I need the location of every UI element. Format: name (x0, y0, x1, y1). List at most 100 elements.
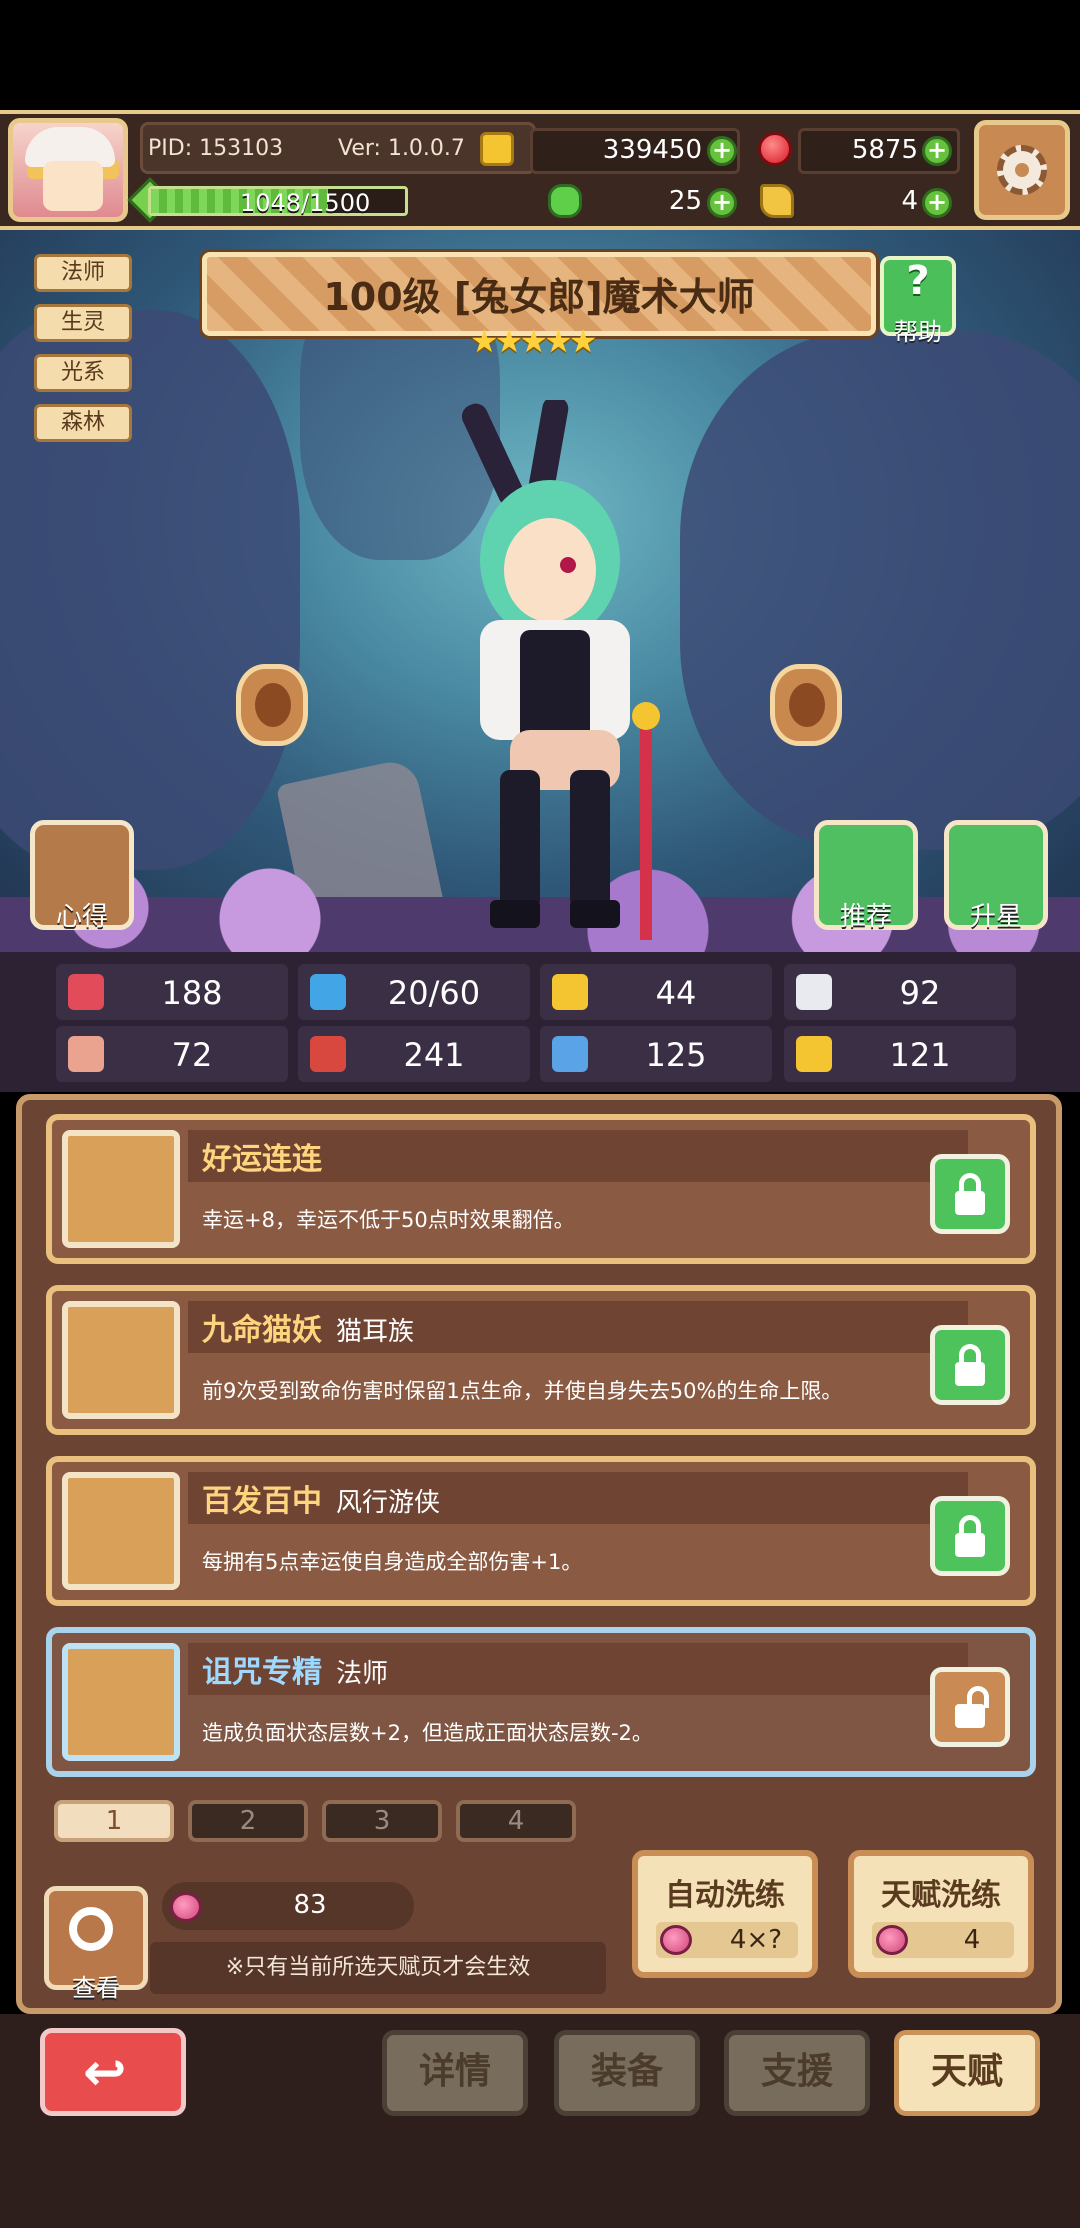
player-id: PID: 153103 (148, 136, 284, 161)
tag-race[interactable]: 生灵 (34, 304, 132, 342)
gem-amount: 5875 (851, 135, 918, 165)
stat-value: 92 (899, 974, 941, 1012)
talent-description: 前9次受到致命伤害时保留1点生命，并使自身失去50%的生命上限。 (202, 1379, 843, 1403)
talent-page-tab-2[interactable]: 2 (188, 1800, 308, 1842)
mana-drop-icon (310, 974, 346, 1010)
horseshoe-icon (796, 1036, 832, 1072)
character-title: 100级 [兔女郎]魔术大师 (323, 275, 755, 319)
talent-wash-cost-box: 4 (872, 1922, 1014, 1958)
talent-description: 造成负面状态层数+2，但造成正面状态层数-2。 (202, 1721, 653, 1745)
tag-class[interactable]: 法师 (34, 254, 132, 292)
stat-boot: 125 (540, 1026, 772, 1082)
talent-class: 法师 (336, 1659, 389, 1689)
talent-icon (62, 1130, 180, 1248)
star-rating: ★★★★★ (470, 322, 597, 360)
talent-name: 百发百中 (202, 1484, 322, 1519)
apple-icon (170, 1892, 202, 1922)
talent-card[interactable]: 好运连连幸运+8，幸运不低于50点时效果翻倍。 (46, 1114, 1036, 1264)
heart-icon (68, 974, 104, 1010)
stat-heart: 188 (56, 964, 288, 1020)
boot-icon (552, 1036, 588, 1072)
back-arrow-icon: ↩ (83, 2043, 127, 2103)
add-gold-button[interactable]: + (707, 136, 737, 166)
key-icon (760, 184, 794, 218)
tag-habitat[interactable]: 森林 (34, 404, 132, 442)
question-icon: ? (906, 258, 930, 304)
add-gem-button[interactable]: + (922, 136, 952, 166)
stat-value: 20/60 (387, 974, 481, 1012)
game-version: Ver: 1.0.0.7 (338, 136, 465, 161)
add-clover-button[interactable]: + (707, 188, 737, 218)
stat-value: 121 (889, 1036, 951, 1074)
auto-wash-label: 自动洗练 (665, 1878, 785, 1913)
auto-wash-cost: 4×? (729, 1925, 783, 1955)
talent-class: 猫耳族 (336, 1317, 415, 1347)
stat-value: 125 (645, 1036, 707, 1074)
tag-element[interactable]: 光系 (34, 354, 132, 392)
talent-card[interactable]: 九命猫妖 猫耳族前9次受到致命伤害时保留1点生命，并使自身失去50%的生命上限。 (46, 1285, 1036, 1435)
add-key-button[interactable]: + (922, 188, 952, 218)
star-up-label: 升星 (969, 902, 1022, 932)
back-button[interactable]: ↩ (40, 2028, 186, 2116)
shield-icon (552, 974, 588, 1010)
lock-icon[interactable] (930, 1496, 1010, 1576)
talent-icon (62, 1301, 180, 1419)
unlock-icon[interactable] (930, 1667, 1010, 1747)
insight-label: 心得 (55, 902, 108, 932)
equip-tab[interactable]: 装备 (554, 2030, 700, 2116)
right-rune-icon[interactable] (770, 664, 842, 746)
xp-text: 1048/1500 (240, 189, 371, 217)
lock-icon[interactable] (930, 1325, 1010, 1405)
stat-value: 44 (655, 974, 697, 1012)
talent-description: 每拥有5点幸运使自身造成全部伤害+1。 (202, 1550, 583, 1574)
detail-tab[interactable]: 详情 (382, 2030, 528, 2116)
talent-wash-cost: 4 (963, 1925, 981, 1955)
spellbook-icon (310, 1036, 346, 1072)
support-tab[interactable]: 支援 (724, 2030, 870, 2116)
talent-wash-label: 天赋洗练 (881, 1878, 1001, 1913)
stat-mana-drop: 20/60 (298, 964, 530, 1020)
gem-icon (758, 132, 792, 166)
talent-class: 风行游侠 (336, 1488, 441, 1518)
stat-value: 72 (171, 1036, 213, 1074)
stat-wing: 92 (784, 964, 1016, 1020)
talent-name: 九命猫妖 (202, 1313, 322, 1348)
apple-icon (660, 1925, 692, 1955)
gold-coin-icon (480, 132, 514, 166)
talent-card[interactable]: 百发百中 风行游侠每拥有5点幸运使自身造成全部伤害+1。 (46, 1456, 1036, 1606)
talent-page-tab-4[interactable]: 4 (456, 1800, 576, 1842)
talent-wash-button[interactable]: 天赋洗练 4 (848, 1850, 1034, 1978)
auto-wash-cost-box: 4×? (656, 1922, 798, 1958)
view-label: 查看 (72, 1974, 120, 2002)
apple-icon (876, 1925, 908, 1955)
fist-icon (68, 1036, 104, 1072)
talent-page-tab-3[interactable]: 3 (322, 1800, 442, 1842)
talent-name: 诅咒专精 (202, 1655, 322, 1690)
wing-icon (796, 974, 832, 1010)
talent-name: 好运连连 (202, 1142, 322, 1177)
apple-count: 83 (293, 1890, 327, 1920)
stat-spellbook: 241 (298, 1026, 530, 1082)
recommend-label: 推荐 (839, 902, 892, 932)
talent-card[interactable]: 诅咒专精 法师造成负面状态层数+2，但造成正面状态层数-2。 (46, 1627, 1036, 1777)
clover-amount: 25 (668, 186, 702, 216)
settings-button[interactable] (974, 120, 1070, 220)
talent-page-note: ※只有当前所选天赋页才会生效 (150, 1942, 606, 1994)
stat-value: 241 (403, 1036, 465, 1074)
gold-amount: 339450 (602, 135, 702, 165)
stat-horseshoe: 121 (784, 1026, 1016, 1082)
bunny-mage-character (461, 400, 660, 940)
talent-description: 幸运+8，幸运不低于50点时效果翻倍。 (202, 1208, 575, 1232)
talent-page-tab-1[interactable]: 1 (54, 1800, 174, 1842)
key-amount: 4 (901, 186, 918, 216)
left-rune-icon[interactable] (236, 664, 308, 746)
auto-wash-button[interactable]: 自动洗练 4×? (632, 1850, 818, 1978)
talent-icon (62, 1472, 180, 1590)
talent-tab[interactable]: 天赋 (894, 2030, 1040, 2116)
stat-value: 188 (161, 974, 223, 1012)
lock-icon[interactable] (930, 1154, 1010, 1234)
help-label: 帮助 (894, 318, 942, 346)
magnifier-icon (69, 1907, 113, 1951)
player-avatar[interactable] (8, 118, 128, 222)
stat-shield: 44 (540, 964, 772, 1020)
